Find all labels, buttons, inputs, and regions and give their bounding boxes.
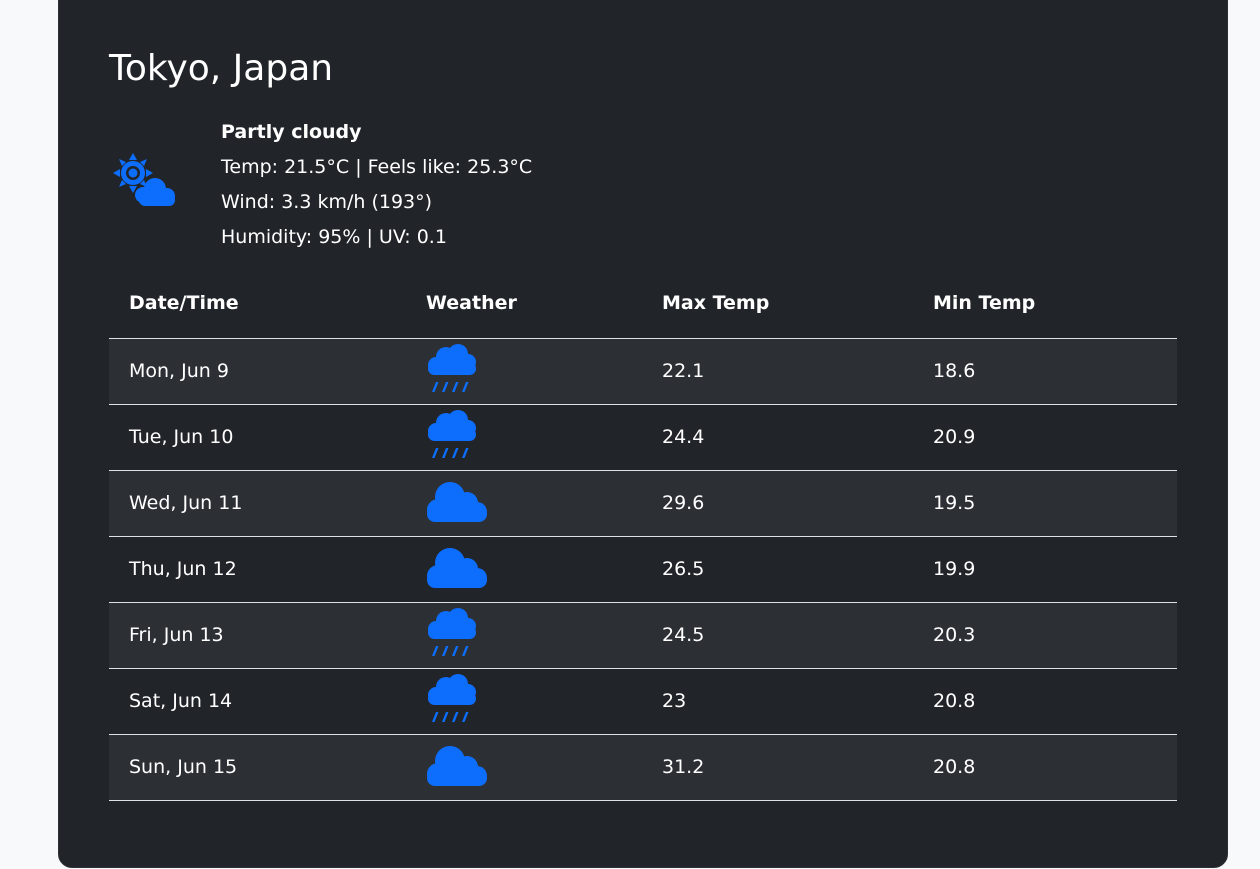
cloud-icon <box>426 740 642 794</box>
current-humidity: Humidity: 95% | UV: 0.1 <box>221 226 447 248</box>
table-row: Wed, Jun 11 29.6 19.5 <box>109 470 1177 537</box>
location-title: Tokyo, Japan <box>109 48 334 89</box>
table-row: Sat, Jun 14 23 20.8 <box>109 668 1177 735</box>
forecast-weather-cell <box>406 338 642 405</box>
rain-icon <box>426 674 642 728</box>
table-row: Sun, Jun 15 31.2 20.8 <box>109 734 1177 801</box>
forecast-date: Sat, Jun 14 <box>109 668 406 735</box>
table-row: Fri, Jun 13 24.5 20.3 <box>109 602 1177 669</box>
forecast-date: Thu, Jun 12 <box>109 536 406 603</box>
forecast-date: Fri, Jun 13 <box>109 602 406 669</box>
forecast-weather-cell <box>406 602 642 669</box>
forecast-max-temp: 31.2 <box>642 734 913 801</box>
table-row: Thu, Jun 12 26.5 19.9 <box>109 536 1177 603</box>
cloud-icon <box>426 476 642 530</box>
forecast-min-temp: 19.9 <box>913 536 1177 603</box>
header-weather: Weather <box>406 269 642 339</box>
forecast-weather-cell <box>406 470 642 537</box>
forecast-date: Wed, Jun 11 <box>109 470 406 537</box>
forecast-date: Sun, Jun 15 <box>109 734 406 801</box>
header-date: Date/Time <box>109 269 406 339</box>
current-condition: Partly cloudy <box>221 121 362 143</box>
forecast-min-temp: 20.8 <box>913 668 1177 735</box>
header-min-temp: Min Temp <box>913 269 1177 339</box>
forecast-max-temp: 24.4 <box>642 404 913 471</box>
table-row: Tue, Jun 10 24.4 20.9 <box>109 404 1177 471</box>
forecast-max-temp: 26.5 <box>642 536 913 603</box>
current-conditions: Partly cloudy Temp: 21.5°C | Feels like:… <box>221 115 532 255</box>
current-temp: Temp: 21.5°C | Feels like: 25.3°C <box>221 156 533 178</box>
forecast-max-temp: 22.1 <box>642 338 913 405</box>
weather-card: Tokyo, Japan Partly cloudy Temp: 21.5°C … <box>58 0 1228 868</box>
table-row: Mon, Jun 9 22.1 18.6 <box>109 338 1177 405</box>
rain-icon <box>426 608 642 662</box>
forecast-weather-cell <box>406 668 642 735</box>
forecast-min-temp: 20.3 <box>913 602 1177 669</box>
current-wind: Wind: 3.3 km/h (193°) <box>221 191 433 213</box>
forecast-weather-cell <box>406 536 642 603</box>
forecast-date: Tue, Jun 10 <box>109 404 406 471</box>
forecast-date: Mon, Jun 9 <box>109 338 406 405</box>
forecast-body: Mon, Jun 9 22.1 18.6 Tue, Jun 10 24.4 20.9 Wed… <box>109 338 1177 801</box>
header-max-temp: Max Temp <box>642 269 913 339</box>
forecast-header-row: Date/Time Weather Max Temp Min Temp <box>109 269 1177 339</box>
forecast-min-temp: 20.9 <box>913 404 1177 471</box>
forecast-min-temp: 20.8 <box>913 734 1177 801</box>
forecast-weather-cell <box>406 734 642 801</box>
forecast-min-temp: 19.5 <box>913 470 1177 537</box>
partly-cloudy-icon <box>113 153 175 206</box>
rain-icon <box>426 410 642 464</box>
forecast-min-temp: 18.6 <box>913 338 1177 405</box>
forecast-max-temp: 24.5 <box>642 602 913 669</box>
forecast-weather-cell <box>406 404 642 471</box>
forecast-max-temp: 23 <box>642 668 913 735</box>
rain-icon <box>426 344 642 398</box>
forecast-table: Date/Time Weather Max Temp Min Temp Mon,… <box>109 269 1177 801</box>
forecast-max-temp: 29.6 <box>642 470 913 537</box>
cloud-icon <box>426 542 642 596</box>
